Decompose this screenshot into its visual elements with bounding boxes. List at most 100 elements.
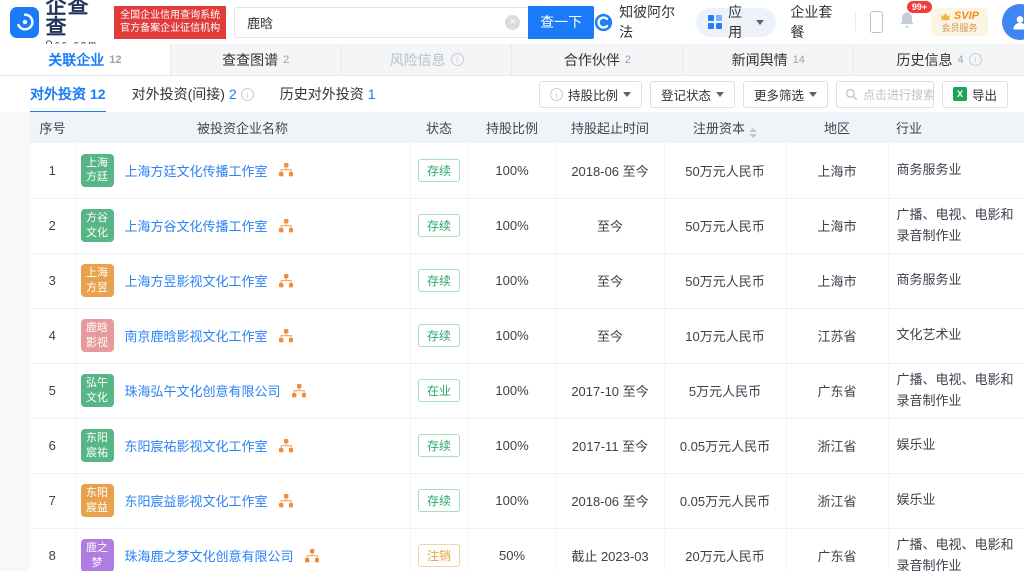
- row-ratio: 100%: [468, 308, 557, 364]
- filter-more[interactable]: 更多筛选: [742, 80, 828, 108]
- company-name-link[interactable]: 东阳宸益影视文化工作室: [125, 491, 268, 510]
- table-row: 5 弘午文化 珠海弘午文化创意有限公司 在业 100% 2017-10 至今 5…: [30, 363, 1024, 419]
- equity-structure-icon[interactable]: [278, 328, 293, 343]
- filter-shareholding-ratio[interactable]: 持股比例: [538, 80, 642, 108]
- company-name-link[interactable]: 东阳宸祐影视文化工作室: [125, 436, 268, 455]
- top-header: 企查查 Qcc.com 全国企业信用查询系统 官方备案企业征信机构 查一下 知彼…: [0, 0, 1024, 48]
- bell-icon: [900, 12, 914, 27]
- row-period: 2018-06 至今: [556, 473, 665, 529]
- row-ratio: 50%: [468, 528, 557, 571]
- row-capital: 0.05万元人民币: [664, 418, 787, 474]
- equity-structure-icon[interactable]: [278, 438, 293, 453]
- company-avatar[interactable]: 上海方昱: [80, 264, 114, 297]
- col-region: 地区: [786, 112, 888, 143]
- mobile-app-icon[interactable]: [870, 11, 883, 33]
- zhibi-alpha-link[interactable]: 知彼阿尔法: [594, 2, 682, 42]
- row-period: 截止 2023-03: [556, 528, 665, 571]
- company-avatar[interactable]: 东阳宸祐: [80, 429, 114, 462]
- row-ratio: 100%: [468, 363, 557, 419]
- row-industry: 文化艺术业: [888, 308, 1024, 364]
- row-capital: 20万元人民币: [664, 528, 787, 571]
- enterprise-package-link[interactable]: 企业套餐: [790, 2, 841, 42]
- col-capital-sortable[interactable]: 注册资本: [664, 112, 786, 143]
- company-name-link[interactable]: 上海方昱影视文化工作室: [125, 271, 268, 290]
- clear-search-icon[interactable]: [505, 14, 521, 30]
- company-name-link[interactable]: 珠海弘午文化创意有限公司: [125, 381, 281, 400]
- status-badge: 存续: [417, 214, 460, 237]
- tab-related-companies[interactable]: 关联企业 12: [0, 44, 171, 75]
- company-avatar[interactable]: 上海方廷: [80, 153, 114, 187]
- equity-structure-icon[interactable]: [304, 548, 319, 563]
- tab-partners[interactable]: 合作伙伴 2: [512, 44, 684, 75]
- svip-sublabel: 会员服务: [941, 23, 978, 34]
- row-seq: 7: [30, 473, 76, 529]
- equity-structure-icon[interactable]: [278, 163, 293, 177]
- svip-label: SVIP: [953, 10, 979, 22]
- tab-news[interactable]: 新闻舆情 14: [683, 44, 855, 75]
- tab-count: 2: [283, 53, 290, 66]
- company-avatar[interactable]: 东阳宸益: [80, 484, 114, 517]
- qcc-logo[interactable]: 企查查 Qcc.com: [10, 0, 108, 49]
- tab-history-info[interactable]: 历史信息 4: [854, 44, 1024, 75]
- notification-count-badge: 99+: [906, 0, 933, 13]
- search-input[interactable]: [234, 6, 529, 38]
- row-ratio: 100%: [468, 143, 557, 199]
- row-period: 2018-06 至今: [556, 143, 665, 199]
- tab-count: 4: [957, 53, 964, 66]
- gov-badge-line2: 官方备案企业征信机构: [120, 23, 221, 34]
- chevron-down-icon: [756, 20, 765, 25]
- table-row: 4 鹿晗影视 南京鹿晗影视文化工作室 存续 100% 至今 10万元人民币 江苏…: [30, 308, 1024, 364]
- equity-structure-icon[interactable]: [291, 383, 306, 398]
- user-avatar[interactable]: [1001, 4, 1024, 40]
- investments-section: 序号 被投资企业名称 状态 持股比例 持股起止时间 注册资本 地区 行业 1 上…: [0, 112, 1024, 571]
- search-button[interactable]: 查一下: [528, 5, 595, 39]
- row-period: 2017-10 至今: [556, 363, 665, 419]
- status-badge: 存续: [417, 434, 460, 457]
- company-avatar[interactable]: 鹿之梦: [80, 539, 114, 571]
- table-search[interactable]: 点击进行搜索: [835, 80, 935, 108]
- filter-registration-status[interactable]: 登记状态: [649, 80, 735, 108]
- export-button[interactable]: 导出: [941, 80, 1008, 108]
- table-header-row: 序号 被投资企业名称 状态 持股比例 持股起止时间 注册资本 地区 行业: [30, 112, 1024, 143]
- equity-structure-icon[interactable]: [278, 273, 293, 288]
- tab-count: 12: [109, 53, 122, 66]
- info-icon: [450, 53, 464, 66]
- row-capital: 10万元人民币: [664, 308, 787, 364]
- equity-structure-icon[interactable]: [278, 218, 293, 233]
- table-row: 6 东阳宸祐 东阳宸祐影视文化工作室 存续 100% 2017-11 至今 0.…: [30, 418, 1024, 474]
- chevron-down-icon: [808, 92, 817, 97]
- tab-risk-info[interactable]: 风险信息: [342, 44, 513, 75]
- company-name-link[interactable]: 珠海鹿之梦文化创意有限公司: [125, 546, 294, 565]
- company-avatar[interactable]: 方谷文化: [80, 209, 114, 242]
- row-region: 江苏省: [786, 308, 889, 364]
- row-region: 浙江省: [786, 473, 889, 529]
- company-name-link[interactable]: 上海方谷文化传播工作室: [125, 216, 268, 235]
- apps-menu[interactable]: 应用: [696, 4, 777, 40]
- investments-table-body: 1 上海方廷 上海方廷文化传播工作室 存续 100% 2018-06 至今 50…: [30, 143, 1024, 571]
- subtab-label: 对外投资: [30, 86, 86, 102]
- row-period: 至今: [556, 308, 665, 364]
- row-seq: 6: [30, 418, 76, 474]
- sort-icon[interactable]: [749, 128, 757, 138]
- subtab-outbound-investment[interactable]: 对外投资 12: [30, 84, 106, 113]
- company-name-link[interactable]: 上海方廷文化传播工作室: [125, 161, 268, 180]
- company-avatar[interactable]: 弘午文化: [80, 374, 114, 407]
- tab-chacha-graph[interactable]: 查查图谱 2: [171, 44, 342, 75]
- company-avatar[interactable]: 鹿晗影视: [80, 319, 114, 352]
- company-name-link[interactable]: 南京鹿晗影视文化工作室: [125, 326, 268, 345]
- svip-membership[interactable]: SVIP 会员服务: [930, 8, 988, 36]
- row-industry: 广播、电视、电影和录音制作业: [888, 363, 1024, 419]
- table-row: 1 上海方廷 上海方廷文化传播工作室 存续 100% 2018-06 至今 50…: [30, 143, 1024, 199]
- row-industry: 广播、电视、电影和录音制作业: [888, 198, 1024, 254]
- apps-label: 应用: [728, 4, 743, 40]
- equity-structure-icon[interactable]: [278, 493, 293, 508]
- subtab-indirect-investment[interactable]: 对外投资(间接) 2: [132, 84, 254, 104]
- notifications[interactable]: 99+: [897, 0, 933, 35]
- divider: [855, 13, 857, 31]
- subtab-historical-investment[interactable]: 历史对外投资 1: [280, 84, 376, 104]
- table-search-placeholder: 点击进行搜索: [862, 87, 935, 102]
- row-period: 至今: [556, 198, 665, 254]
- tab-count: 2: [624, 53, 631, 66]
- col-period: 持股起止时间: [556, 112, 664, 143]
- row-region: 浙江省: [786, 418, 889, 474]
